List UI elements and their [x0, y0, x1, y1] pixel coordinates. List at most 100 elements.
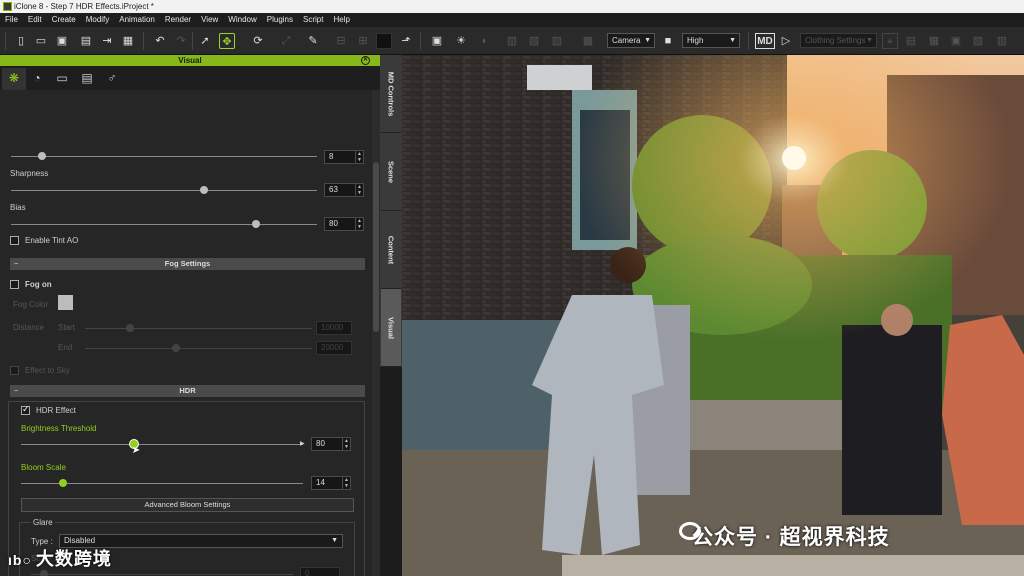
texture-icon[interactable]: ▨ — [549, 33, 565, 49]
open-folder-icon[interactable]: ▭ — [33, 33, 49, 49]
bias-slider-track[interactable] — [11, 224, 317, 225]
scrollbar-thumb[interactable] — [373, 162, 379, 332]
panel-scrollbar[interactable] — [372, 90, 380, 576]
fog-end-value: 20000 — [321, 343, 344, 352]
menu-window[interactable]: Window — [223, 13, 261, 27]
gallery-icon[interactable]: ▦ — [120, 33, 136, 49]
cloth-sim-icon[interactable]: ▦ — [926, 33, 942, 49]
menu-create[interactable]: Create — [47, 13, 81, 27]
brightness-threshold-slider-track[interactable] — [21, 444, 303, 445]
menu-file[interactable]: File — [0, 13, 23, 27]
menu-render[interactable]: Render — [160, 13, 196, 27]
hdr-header[interactable]: − HDR — [10, 385, 365, 397]
select-arrow-icon[interactable]: ➚ — [197, 33, 213, 49]
display-mode-icon[interactable]: ▩ — [580, 33, 596, 49]
end-label: End — [58, 343, 73, 352]
new-file-icon[interactable]: ▯ — [13, 33, 29, 49]
spinner-arrows-icon[interactable]: ▲ ▼ — [355, 218, 363, 230]
cloth-icon[interactable]: ▤ — [903, 33, 919, 49]
menu-plugins[interactable]: Plugins — [262, 13, 298, 27]
cloth-reset-icon[interactable]: ▣ — [948, 33, 964, 49]
shadow-icon[interactable]: ◐ — [477, 33, 493, 49]
brightness-threshold-value-field[interactable]: 80 ▲ ▼ — [311, 437, 351, 451]
export-icon[interactable]: ⇥ — [99, 33, 115, 49]
glare-scale-slider-track[interactable] — [31, 574, 293, 575]
quality-select[interactable]: High ▼ — [682, 33, 740, 48]
top-slider-handle[interactable] — [37, 152, 46, 160]
sharpness-slider-handle[interactable] — [199, 186, 208, 194]
glare-scale-value-field[interactable]: 0 — [300, 567, 340, 576]
align-icon[interactable]: ⊞ — [355, 33, 371, 49]
tab-layers-icon[interactable]: ▤ — [75, 68, 99, 88]
save-icon[interactable]: ▣ — [54, 33, 70, 49]
fog-end-value-field[interactable]: 20000 — [316, 341, 352, 355]
edit-motion-icon[interactable]: ✎ — [305, 33, 321, 49]
redo-icon[interactable]: ↷ — [173, 33, 189, 49]
fog-settings-header[interactable]: − Fog Settings — [10, 258, 365, 270]
play-icon[interactable]: ▷ — [778, 33, 794, 49]
tab-visual[interactable]: Visual — [381, 289, 401, 367]
pick-parent-icon[interactable]: ⬏ — [398, 33, 414, 49]
undo-icon[interactable]: ↶ — [152, 33, 168, 49]
tab-md-controls[interactable]: MD Controls — [381, 55, 401, 133]
top-value-field[interactable]: 8 ▲ ▼ — [324, 150, 364, 164]
camera-select[interactable]: Camera ▼ — [607, 33, 655, 48]
effect-to-sky-checkbox[interactable] — [10, 366, 19, 375]
advanced-bloom-settings-button[interactable]: Advanced Bloom Settings — [21, 498, 354, 512]
light-icon[interactable]: ☀ — [453, 33, 469, 49]
menu-bar: File Edit Create Modify Animation Render View W… — [0, 13, 1024, 27]
fog-color-swatch[interactable] — [58, 295, 73, 310]
panel-content: 8 ▲ ▼ Sharpness 63 ▲ ▼ Bias 80 ▲ ▼ Enable Tint… — [0, 90, 372, 576]
cloth-settings-icon[interactable]: ▥ — [994, 33, 1010, 49]
spinner-arrows-icon[interactable]: ▲ ▼ — [342, 477, 350, 489]
color-swatch-icon[interactable] — [376, 33, 392, 49]
bias-slider-handle[interactable] — [251, 220, 260, 228]
pin-icon[interactable]: ⌖ — [882, 33, 898, 49]
snap-icon[interactable]: ⊟ — [333, 33, 349, 49]
fog-start-slider-handle[interactable] — [126, 324, 135, 332]
grid-icon[interactable]: ▥ — [504, 33, 520, 49]
sharpness-value-field[interactable]: 63 ▲ ▼ — [324, 183, 364, 197]
menu-help[interactable]: Help — [328, 13, 354, 27]
fog-end-slider-handle[interactable] — [171, 344, 180, 352]
hdr-effect-checkbox[interactable] — [21, 404, 30, 415]
spinner-arrows-icon[interactable]: ▲ ▼ — [342, 438, 350, 450]
tab-image-icon[interactable]: ▭ — [50, 68, 74, 88]
scale-tool-icon[interactable]: ⤢ — [278, 33, 294, 49]
move-tool-icon[interactable]: ✥ — [219, 33, 235, 49]
tab-atmosphere-icon[interactable]: ❋ — [2, 68, 26, 90]
tab-scene[interactable]: Scene — [381, 133, 401, 211]
tint-ao-checkbox[interactable] — [10, 236, 19, 245]
cloth-bake-icon[interactable]: ▧ — [970, 33, 986, 49]
rotate-tool-icon[interactable]: ⟳ — [250, 33, 266, 49]
glare-scale-value: 0 — [305, 569, 310, 576]
close-icon[interactable]: ✕ — [361, 56, 370, 65]
bloom-scale-value-field[interactable]: 14 ▲ ▼ — [311, 476, 351, 490]
fog-end-slider-track[interactable] — [85, 348, 312, 349]
menu-animation[interactable]: Animation — [114, 13, 160, 27]
tab-light-icon[interactable]: ◔ — [25, 68, 49, 88]
menu-view[interactable]: View — [196, 13, 223, 27]
preview-window-icon[interactable]: ▣ — [429, 33, 445, 49]
spinner-arrows-icon[interactable]: ▲ ▼ — [355, 184, 363, 196]
sharpness-slider-track[interactable] — [11, 190, 317, 191]
wechat-icon — [679, 522, 701, 540]
menu-edit[interactable]: Edit — [23, 13, 47, 27]
menu-modify[interactable]: Modify — [81, 13, 115, 27]
fog-start-slider-track[interactable] — [85, 328, 312, 329]
fog-start-value-field[interactable]: 10000 — [316, 321, 352, 335]
toolbar-separator — [192, 32, 193, 50]
md-icon[interactable]: MD — [755, 33, 775, 49]
spinner-arrows-icon[interactable]: ▲ ▼ — [355, 151, 363, 163]
3d-viewport[interactable]: 公众号 · 超视界科技 — [402, 55, 1024, 576]
tab-content[interactable]: Content — [381, 211, 401, 289]
top-slider-track[interactable] — [11, 156, 317, 157]
render-icon[interactable]: ▤ — [78, 33, 94, 49]
menu-script[interactable]: Script — [298, 13, 328, 27]
tab-effects-icon[interactable]: ♂ — [100, 68, 124, 88]
bias-value-field[interactable]: 80 ▲ ▼ — [324, 217, 364, 231]
wireframe-icon[interactable]: ▧ — [526, 33, 542, 49]
fog-on-checkbox[interactable] — [10, 280, 19, 289]
clothing-settings-select[interactable]: Clothing Settings ▼ — [800, 33, 877, 48]
video-camera-icon[interactable]: ■ — [660, 33, 676, 49]
